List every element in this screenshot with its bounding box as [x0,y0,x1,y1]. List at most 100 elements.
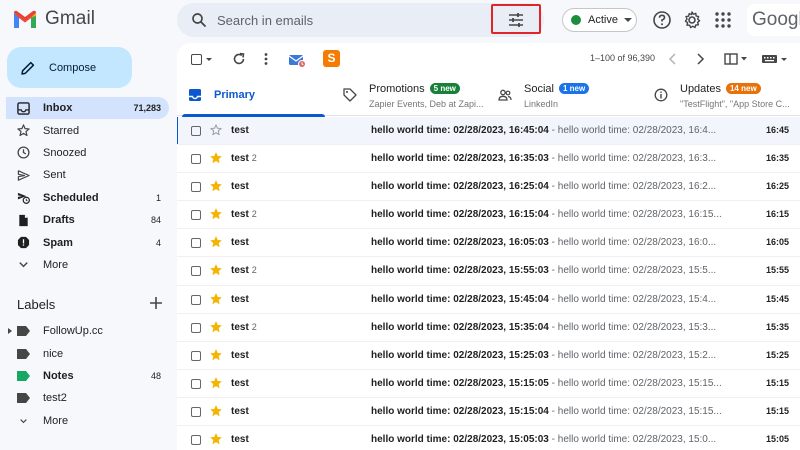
chevron-right-icon[interactable] [695,53,705,65]
status-selector[interactable]: Active [562,8,637,32]
email-row[interactable]: test hello world time: 02/28/2023, 15:45:… [177,285,800,314]
star-filled-icon[interactable] [210,405,222,417]
sidebar-item-snoozed[interactable]: Snoozed [6,142,169,164]
email-subject-line: hello world time: 02/28/2023, 16:35:03 -… [371,153,726,164]
email-row[interactable]: test hello world time: 02/28/2023, 15:15:… [177,369,800,398]
row-checkbox[interactable] [191,406,201,417]
compose-label: Compose [49,61,97,74]
label-item-notes[interactable]: Notes 48 [0,365,170,387]
sidebar-item-label: Inbox [43,102,73,115]
help-icon[interactable] [652,10,672,30]
split-pane-toggle-icon[interactable] [724,53,748,65]
label-name: test2 [43,392,67,405]
sender-text: test [231,181,249,193]
label-item-followup[interactable]: FollowUp.cc [0,320,170,342]
sender-name: test [231,406,252,417]
label-tag-icon [17,393,30,404]
sender-name: test [231,294,252,305]
row-checkbox[interactable] [191,238,201,249]
sidebar-item-label: More [43,258,69,271]
star-filled-icon[interactable] [210,208,222,220]
email-row[interactable]: test hello world time: 02/28/2023, 16:05:… [177,229,800,258]
google-account-logo[interactable]: Google [747,4,800,36]
inbox-icon [189,89,201,101]
label-item-test2[interactable]: test2 [0,387,170,409]
label-item-more[interactable]: More [0,410,170,432]
mail-tracker-extension-icon[interactable] [287,50,307,70]
star-filled-icon[interactable] [210,152,222,164]
email-snippet-separator: - [548,125,558,136]
email-snippet-separator: - [548,209,558,221]
add-label-plus-icon[interactable] [149,296,163,310]
email-subject: hello world time: 02/28/2023, 15:15:04 [371,405,549,417]
draft-icon [19,214,28,226]
search-icon[interactable] [190,11,208,29]
email-snippet-separator: - [548,434,558,446]
email-row[interactable]: test 2 hello world time: 02/28/2023, 16:15… [177,201,800,230]
email-row[interactable]: test hello world time: 02/28/2023, 15:15:… [177,397,800,427]
star-filled-icon[interactable] [210,377,222,389]
email-snippet: hello world time: 02/28/2023, 16:3... [557,153,717,165]
row-checkbox[interactable] [191,126,201,136]
thread-count: 2 [251,153,257,164]
sidebar-item-more[interactable]: More [6,254,169,276]
compose-button[interactable]: Compose [7,47,132,88]
star-filled-icon[interactable] [210,321,222,333]
email-row[interactable]: test hello world time: 02/28/2023, 16:25:… [177,173,800,202]
expand-arrow-icon[interactable] [8,328,12,334]
email-row[interactable]: test 2 hello world time: 02/28/2023, 15:35… [177,313,800,342]
star-filled-icon[interactable] [210,180,222,192]
star-filled-icon[interactable] [210,293,222,305]
star-filled-icon[interactable] [210,433,222,445]
email-row[interactable]: test 2 hello world time: 02/28/2023, 16:35… [177,145,800,174]
row-checkbox[interactable] [191,182,201,193]
sidebar-item-inbox[interactable]: Inbox 71,283 [6,97,169,120]
row-checkbox[interactable] [191,378,201,389]
sidebar-item-scheduled[interactable]: Scheduled 1 [6,187,169,209]
more-vertical-icon[interactable] [259,52,273,66]
sidebar-item-drafts[interactable]: Drafts 84 [6,209,169,231]
spam-icon [17,236,30,249]
settings-gear-icon[interactable] [682,10,702,30]
search-options-button[interactable] [491,4,541,34]
star-outline-icon[interactable] [210,124,222,136]
input-tools-keyboard-icon[interactable] [761,54,789,64]
row-checkbox[interactable] [191,350,201,361]
refresh-icon[interactable] [232,52,246,66]
select-all-checkbox[interactable] [191,54,202,65]
tab-primary[interactable]: Primary [177,76,327,117]
tab-updates[interactable]: Updates 14 new "TestFlight", "App Store C… [643,76,800,116]
email-row[interactable]: test hello world time: 02/28/2023, 15:05:… [177,426,800,450]
email-row[interactable]: test hello world time: 02/28/2023, 15:25:… [177,341,800,370]
email-snippet-separator: - [548,377,558,389]
sidebar-item-spam[interactable]: Spam 4 [6,231,169,253]
chevron-left-icon[interactable] [668,53,678,65]
tab-social[interactable]: Social 1 new LinkedIn [487,76,642,116]
inbox-icon [17,101,30,115]
star-filled-icon[interactable] [210,264,222,276]
row-checkbox[interactable] [191,154,201,165]
row-checkbox[interactable] [191,210,201,221]
search-input[interactable] [217,10,487,30]
row-checkbox[interactable] [191,435,201,446]
row-checkbox[interactable] [191,322,201,333]
tab-promotions[interactable]: Promotions 5 new Zapier Events, Deb at Za… [332,76,487,116]
sidebar-item-label: Sent [43,169,66,182]
scheduler-extension-icon[interactable]: S [323,50,340,67]
row-checkbox[interactable] [191,294,201,305]
email-row[interactable]: test hello world time: 02/28/2023, 16:45:… [177,117,800,146]
sidebar-item-sent[interactable]: Sent [6,164,169,186]
star-filled-icon[interactable] [210,349,222,361]
email-subject: hello world time: 02/28/2023, 16:15:04 [371,209,549,221]
row-checkbox[interactable] [191,266,201,277]
email-time: 15:25 [765,349,789,360]
sidebar-item-starred[interactable]: Starred [6,119,169,141]
star-filled-icon[interactable] [210,236,222,248]
label-item-nice[interactable]: nice [0,342,170,364]
select-options-caret-icon[interactable] [206,58,212,61]
apps-grid-icon[interactable] [713,10,733,30]
email-row[interactable]: test 2 hello world time: 02/28/2023, 15:55… [177,257,800,286]
gmail-logo[interactable]: Gmail [12,8,95,30]
email-snippet-separator: - [548,349,558,361]
email-snippet: hello world time: 02/28/2023, 15:3... [557,321,717,333]
